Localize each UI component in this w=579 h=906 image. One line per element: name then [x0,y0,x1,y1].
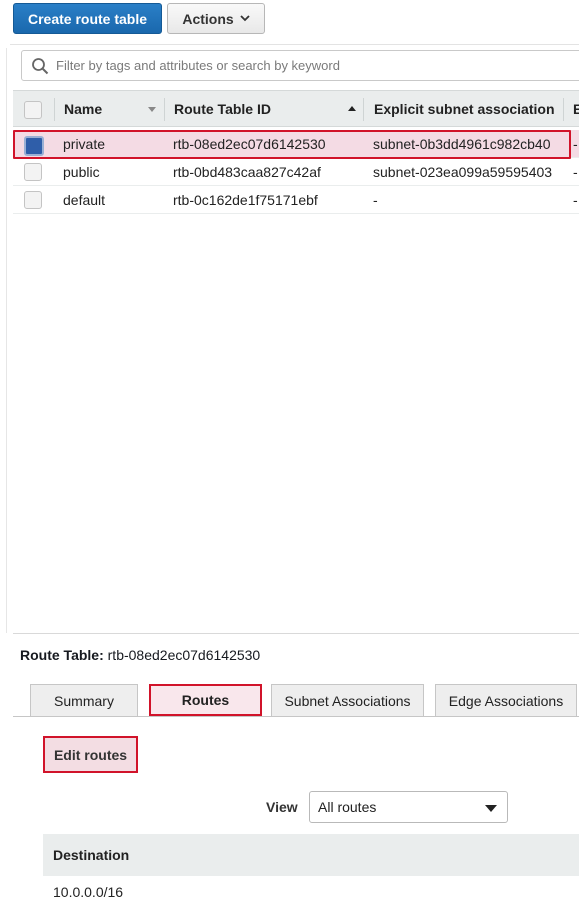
column-header-explicit-subnet-association[interactable]: Explicit subnet association [374,91,554,126]
sort-arrow-icon [148,107,156,112]
row-checkbox[interactable] [24,163,42,181]
edit-routes-button[interactable]: Edit routes [43,736,138,773]
route-table-title-label: Route Table: [20,647,104,663]
row-route-table-id: rtb-0bd483caa827c42af [173,163,321,180]
table-row[interactable]: private rtb-08ed2ec07d6142530 subnet-0b3… [13,130,579,158]
route-table-title-value: rtb-08ed2ec07d6142530 [107,647,261,663]
column-header-destination[interactable]: Destination [53,847,129,863]
tab-routes[interactable]: Routes [149,684,262,716]
route-table-title: Route Table: rtb-08ed2ec07d6142530 [20,647,260,663]
column-separator [54,98,55,121]
row-name: private [63,135,106,152]
table-row[interactable]: default rtb-0c162de1f75171ebf - - [13,186,579,214]
tab-edge-associations[interactable]: Edge Associations [435,684,577,717]
filter-input[interactable]: Filter by tags and attributes or search … [21,50,579,81]
tabs-divider [13,716,579,717]
row-name: default [63,191,106,208]
sort-ascending-icon [348,106,356,111]
row-route-table-id: rtb-08ed2ec07d6142530 [173,135,326,152]
tab-subnet-associations[interactable]: Subnet Associations [271,684,424,717]
details-divider [13,633,579,634]
row-edge: - [573,191,578,208]
row-checkbox[interactable] [24,191,42,209]
search-icon [32,57,49,74]
column-header-route-table-id[interactable]: Route Table ID [174,91,344,126]
row-subnet-association: subnet-023ea099a59595403 [373,163,553,180]
route-destination: 10.0.0.0/16 [53,884,124,900]
toolbar-divider [10,44,579,45]
row-edge: - [573,135,578,152]
row-subnet-association: - [373,191,378,208]
column-separator [363,98,364,121]
column-separator [164,98,165,121]
tab-summary[interactable]: Summary [30,684,138,717]
create-route-table-button[interactable]: Create route table [13,3,162,34]
routes-table-header: Destination [43,834,579,876]
row-checkbox[interactable] [24,136,44,156]
actions-button[interactable]: Actions [167,3,265,34]
view-label: View [266,799,298,815]
route-table-header: Name Route Table ID Explicit subnet asso… [13,90,579,127]
caret-down-icon [485,805,497,812]
row-edge: - [573,163,578,180]
row-name: public [63,163,100,180]
column-separator [563,98,564,121]
view-select[interactable]: All routes [309,791,508,823]
table-row[interactable]: public rtb-0bd483caa827c42af subnet-023e… [13,158,579,186]
row-route-table-id: rtb-0c162de1f75171ebf [173,191,318,208]
column-header-name[interactable]: Name [64,91,154,126]
select-all-checkbox[interactable] [24,101,42,119]
chevron-down-icon [240,15,250,22]
column-header-edge[interactable]: E [573,91,579,126]
filter-placeholder: Filter by tags and attributes or search … [56,58,340,73]
panel-left-border [6,48,7,633]
view-select-value: All routes [318,799,377,815]
row-subnet-association: subnet-0b3dd4961c982cb40 [373,135,551,152]
actions-label: Actions [182,10,234,27]
